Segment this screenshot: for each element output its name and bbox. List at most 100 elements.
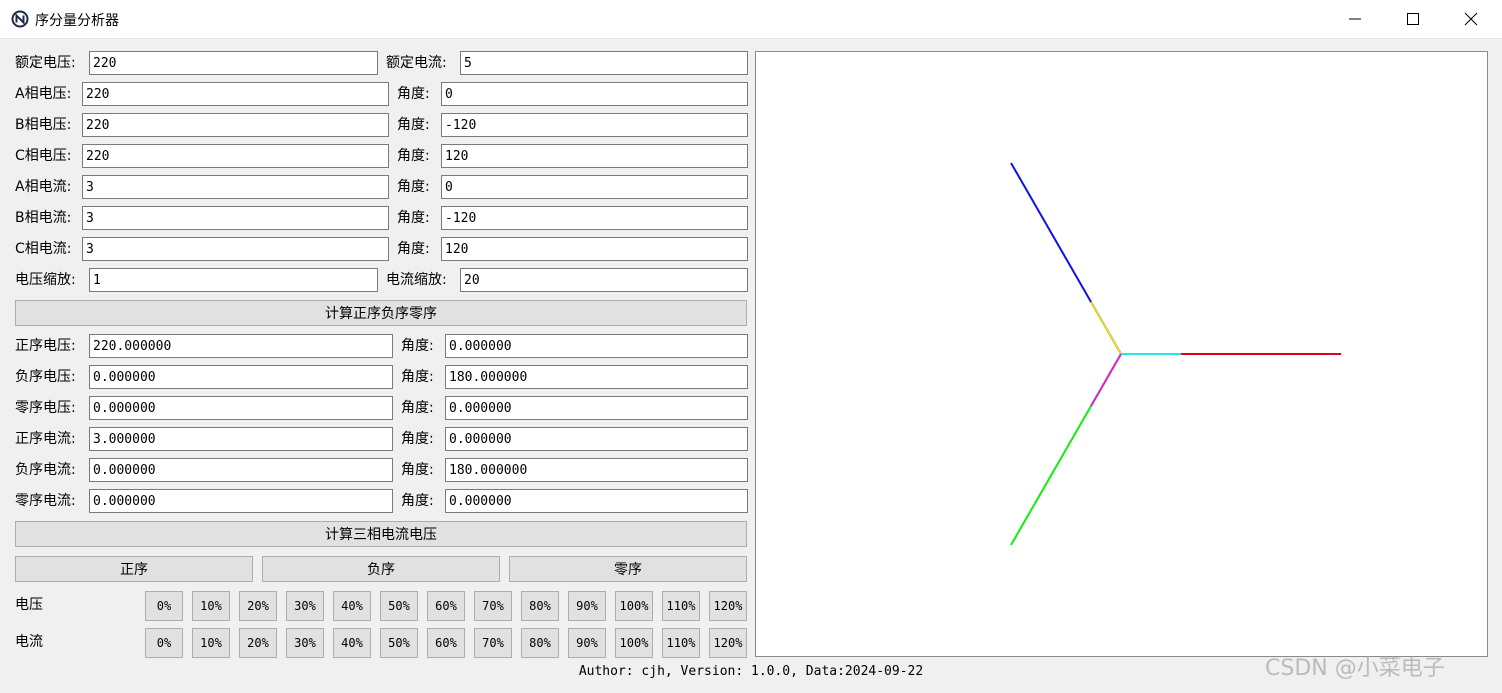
rated-voltage-input[interactable] xyxy=(89,51,378,75)
positive-current-label: 正序电流: xyxy=(15,431,76,447)
positive-voltage-input[interactable] xyxy=(89,334,393,358)
phase-b-voltage-label: B相电压: xyxy=(15,117,72,133)
zero-current-label: 零序电流: xyxy=(15,493,76,509)
voltage-percent-button[interactable]: 30% xyxy=(286,591,324,621)
zero-sequence-button[interactable]: 零序 xyxy=(509,556,747,582)
phase-b-current-angle-label: 角度: xyxy=(397,210,430,226)
phase-c-voltage-angle-input[interactable] xyxy=(441,144,748,168)
negative-sequence-button[interactable]: 负序 xyxy=(262,556,500,582)
voltage-scale-label: 电压缩放: xyxy=(15,272,76,288)
negative-voltage-label: 负序电压: xyxy=(15,369,76,385)
phase-a-voltage-input[interactable] xyxy=(82,82,389,106)
negative-voltage-angle-input[interactable] xyxy=(445,365,748,389)
current-percent-button[interactable]: 20% xyxy=(239,628,277,658)
zero-voltage-angle-label: 角度: xyxy=(401,400,434,416)
phasor-canvas xyxy=(755,51,1488,657)
positive-voltage-angle-label: 角度: xyxy=(401,338,434,354)
voltage-percent-button[interactable]: 0% xyxy=(145,591,183,621)
zero-voltage-input[interactable] xyxy=(89,396,393,420)
minimize-icon xyxy=(1349,18,1361,20)
current-percent-button[interactable]: 10% xyxy=(192,628,230,658)
close-icon xyxy=(1464,12,1478,26)
voltage-percent-button[interactable]: 120% xyxy=(709,591,747,621)
positive-current-input[interactable] xyxy=(89,427,393,451)
phase-a-voltage-label: A相电压: xyxy=(15,86,72,102)
phase-b-current-input[interactable] xyxy=(82,206,389,230)
voltage-percent-button[interactable]: 50% xyxy=(380,591,418,621)
voltage-percent-button[interactable]: 40% xyxy=(333,591,371,621)
current-percent-button[interactable]: 120% xyxy=(709,628,747,658)
positive-voltage-angle-input[interactable] xyxy=(445,334,748,358)
phase-c-current-input[interactable] xyxy=(82,237,389,261)
voltage-percent-button[interactable]: 110% xyxy=(662,591,700,621)
voltage-percent-button[interactable]: 60% xyxy=(427,591,465,621)
voltage-row-label: 电压 xyxy=(15,597,43,613)
calc-sequence-button[interactable]: 计算正序负序零序 xyxy=(15,300,747,326)
zero-current-angle-input[interactable] xyxy=(445,489,748,513)
phasor-diagram xyxy=(1010,162,1341,546)
current-c-phasor xyxy=(1090,353,1122,407)
phase-b-voltage-angle-label: 角度: xyxy=(397,117,430,133)
close-button[interactable] xyxy=(1442,0,1500,38)
current-b-phasor xyxy=(1090,301,1122,355)
rated-current-input[interactable] xyxy=(460,51,748,75)
phase-b-current-label: B相电流: xyxy=(15,210,72,226)
phase-b-voltage-angle-input[interactable] xyxy=(441,113,748,137)
calc-three-phase-button[interactable]: 计算三相电流电压 xyxy=(15,521,747,547)
minimize-button[interactable] xyxy=(1326,0,1384,38)
phase-c-current-label: C相电流: xyxy=(15,241,72,257)
zero-current-angle-label: 角度: xyxy=(401,493,434,509)
maximize-icon xyxy=(1407,13,1419,25)
voltage-percent-button[interactable]: 20% xyxy=(239,591,277,621)
phase-b-voltage-input[interactable] xyxy=(82,113,389,137)
positive-current-angle-input[interactable] xyxy=(445,427,748,451)
positive-current-angle-label: 角度: xyxy=(401,431,434,447)
phase-a-voltage-angle-input[interactable] xyxy=(441,82,748,106)
voltage-percent-button[interactable]: 70% xyxy=(474,591,512,621)
current-percent-button[interactable]: 40% xyxy=(333,628,371,658)
negative-current-angle-label: 角度: xyxy=(401,462,434,478)
phase-c-current-angle-label: 角度: xyxy=(397,241,430,257)
zero-voltage-angle-input[interactable] xyxy=(445,396,748,420)
current-scale-label: 电流缩放: xyxy=(386,272,447,288)
current-percent-button[interactable]: 30% xyxy=(286,628,324,658)
voltage-percent-button[interactable]: 90% xyxy=(568,591,606,621)
phase-b-current-angle-input[interactable] xyxy=(441,206,748,230)
zero-current-input[interactable] xyxy=(89,489,393,513)
circled-n-icon xyxy=(11,10,29,28)
positive-sequence-button[interactable]: 正序 xyxy=(15,556,253,582)
phase-a-current-input[interactable] xyxy=(82,175,389,199)
phase-a-voltage-angle-label: 角度: xyxy=(397,86,430,102)
current-percent-button[interactable]: 70% xyxy=(474,628,512,658)
current-percent-button[interactable]: 80% xyxy=(521,628,559,658)
window-title: 序分量分析器 xyxy=(35,13,119,29)
current-percent-button[interactable]: 110% xyxy=(662,628,700,658)
maximize-button[interactable] xyxy=(1384,0,1442,38)
phase-c-voltage-angle-label: 角度: xyxy=(397,148,430,164)
current-percent-button[interactable]: 100% xyxy=(615,628,653,658)
title-bar: 序分量分析器 xyxy=(0,0,1502,39)
current-row-label: 电流 xyxy=(15,634,43,650)
voltage-percent-button[interactable]: 10% xyxy=(192,591,230,621)
phase-c-current-angle-input[interactable] xyxy=(441,237,748,261)
negative-current-angle-input[interactable] xyxy=(445,458,748,482)
current-percent-button[interactable]: 60% xyxy=(427,628,465,658)
phase-a-current-angle-input[interactable] xyxy=(441,175,748,199)
voltage-percent-button[interactable]: 80% xyxy=(521,591,559,621)
watermark: CSDN @小菜电子 xyxy=(1265,656,1445,681)
current-percent-button[interactable]: 50% xyxy=(380,628,418,658)
rated-current-label: 额定电流: xyxy=(386,55,447,71)
phase-c-voltage-label: C相电压: xyxy=(15,148,72,164)
phase-a-current-label: A相电流: xyxy=(15,179,72,195)
negative-current-input[interactable] xyxy=(89,458,393,482)
voltage-scale-input[interactable] xyxy=(89,268,378,292)
phase-c-voltage-input[interactable] xyxy=(82,144,389,168)
phase-a-current-angle-label: 角度: xyxy=(397,179,430,195)
voltage-percent-button[interactable]: 100% xyxy=(615,591,653,621)
rated-voltage-label: 额定电压: xyxy=(15,55,76,71)
current-percent-button[interactable]: 0% xyxy=(145,628,183,658)
negative-voltage-input[interactable] xyxy=(89,365,393,389)
negative-current-label: 负序电流: xyxy=(15,462,76,478)
current-percent-button[interactable]: 90% xyxy=(568,628,606,658)
current-scale-input[interactable] xyxy=(460,268,748,292)
